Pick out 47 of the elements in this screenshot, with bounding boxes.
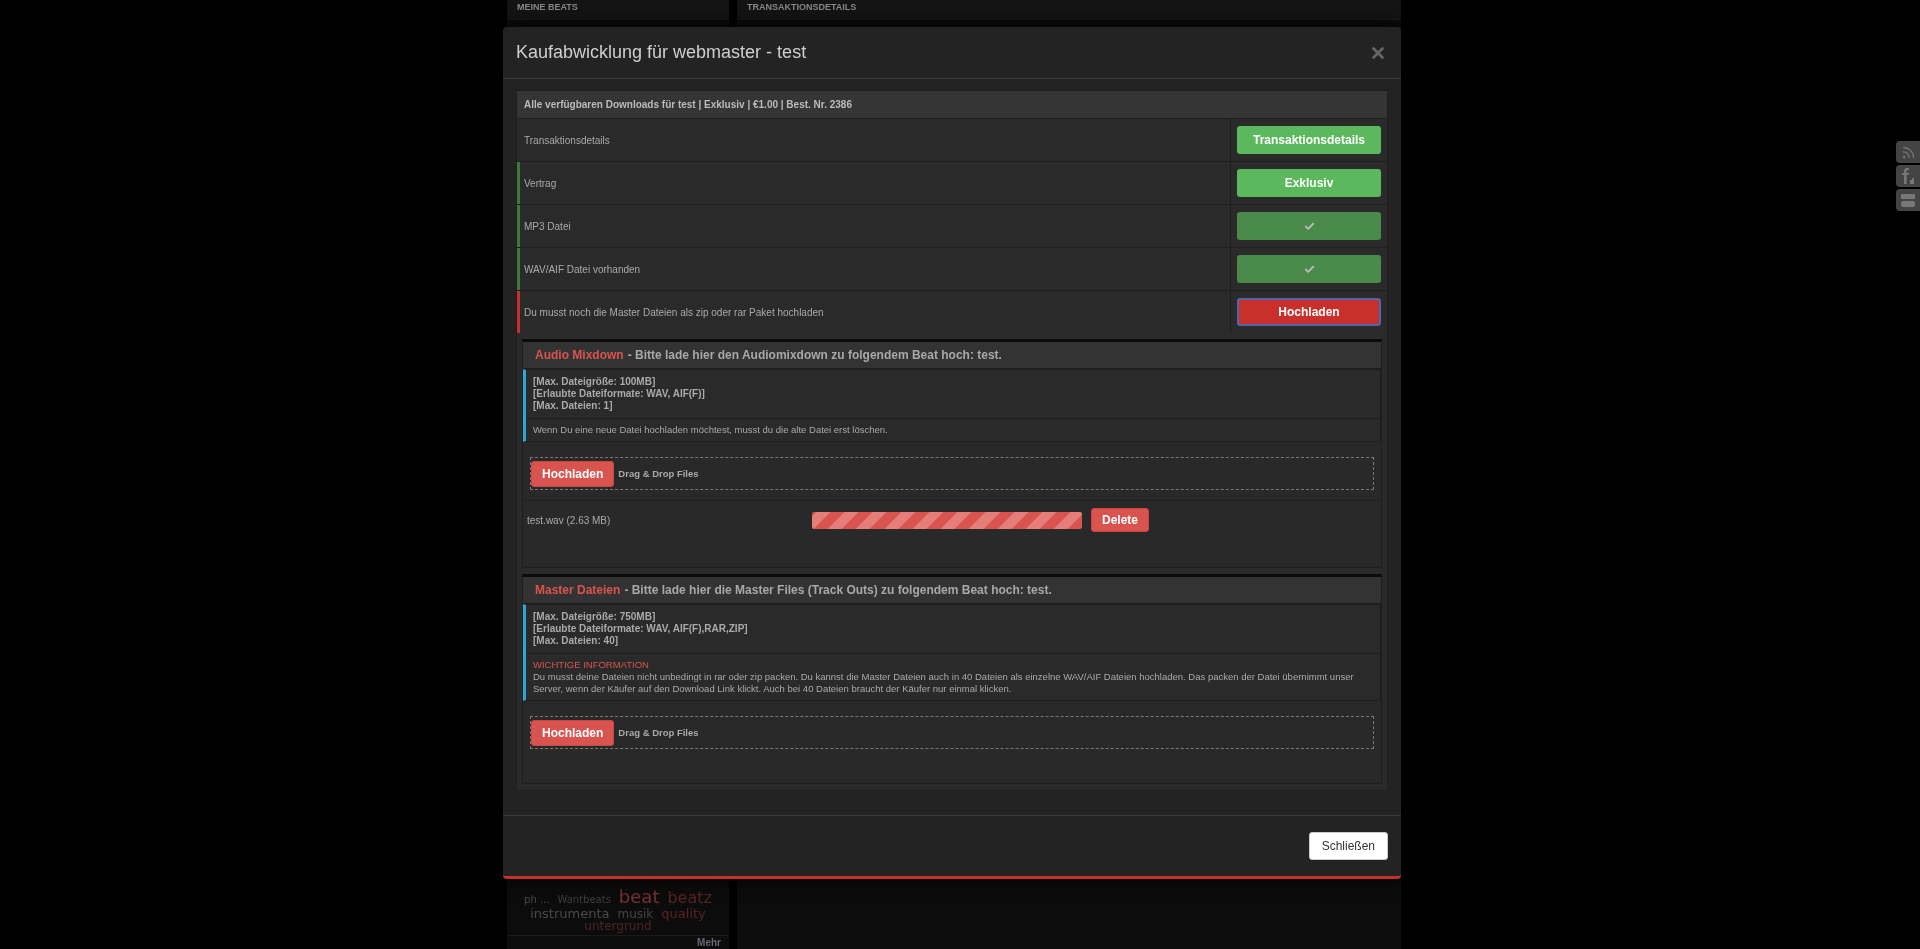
video-icon[interactable]: [1896, 189, 1920, 211]
tag-link[interactable]: ph ...: [524, 894, 550, 906]
limit-text: [Max. Dateigröße: 100MB]: [533, 376, 657, 388]
tag-link[interactable]: musik: [617, 907, 654, 921]
tag-link[interactable]: beat: [618, 887, 660, 907]
panel-heading: Alle verfügbaren Downloads für test | Exklusiv | €1.00 | Best. Nr. 2386: [517, 91, 1387, 118]
social-icon[interactable]: [1896, 165, 1920, 187]
limit-text: [Erlaubte Dateiformate: WAV, AIF(F),RAR,ZIP]: [533, 623, 749, 635]
drop-zone[interactable]: Hochladen Drag & Drop Files: [530, 716, 1374, 749]
drop-hint: Drag & Drop Files: [618, 468, 699, 479]
section-subtitle: - Bitte lade hier die Master Files (Track Outs) zu folgendem Beat hoch: test.: [624, 583, 1052, 597]
tag-link[interactable]: quality: [661, 906, 706, 921]
action-button[interactable]: Exklusiv: [1237, 169, 1381, 197]
row-label: Transaktionsdetails: [523, 133, 611, 148]
row-label: WAV/AIF Datei vorhanden: [523, 262, 642, 277]
close-button[interactable]: Schließen: [1308, 832, 1388, 860]
row-label: Du musst noch die Master Dateien als zip oder rar Paket hochladen: [523, 305, 825, 320]
limit-text: [Erlaubte Dateiformate: WAV, AIF(F)]: [533, 388, 706, 400]
notice-heading: WICHTIGE INFORMATION: [533, 659, 650, 671]
check-icon: [1303, 263, 1315, 275]
notice-text: Wenn Du eine neue Datei hochladen möchtest, musst du die alte Datei erst löschen.: [533, 424, 889, 436]
action-button[interactable]: Hochladen: [1237, 298, 1381, 326]
drop-hint: Drag & Drop Files: [618, 727, 699, 738]
row-label: MP3 Datei: [523, 219, 572, 234]
notice-text: Du musst deine Dateien nicht unbedingt in rar oder zip packen. Du kannst die Master Dateien auch in 40 Dateien als einzelne WAV/AIF Dateien hochladen. Das packen der Datei übernimmt unser Server, wenn der Käufer auf den Download Link klickt. Auch bei 40 Dateien braucht der Käufer nur einmal klicken.: [533, 671, 1355, 695]
tag-link[interactable]: untergrund: [584, 920, 652, 933]
tag-link[interactable]: instrumenta: [530, 906, 610, 921]
rss-icon[interactable]: [1896, 141, 1920, 163]
section-title: Master Dateien: [535, 583, 621, 597]
limit-text: [Max. Dateien: 40]: [533, 635, 620, 647]
row-label: Vertrag: [523, 176, 558, 191]
limit-text: [Max. Dateigröße: 750MB]: [533, 611, 657, 623]
tag-link[interactable]: beatz: [667, 889, 712, 907]
upload-button[interactable]: Hochladen: [531, 460, 615, 487]
action-button[interactable]: Transaktionsdetails: [1237, 126, 1381, 154]
limit-text: [Max. Dateien: 1]: [533, 400, 614, 412]
column-heading: TRANSAKTIONSDETAILS: [747, 2, 857, 12]
section-title: Audio Mixdown: [535, 348, 624, 362]
section-subtitle: - Bitte lade hier den Audiomixdown zu folgendem Beat hoch: test.: [627, 348, 1002, 362]
upload-button[interactable]: Hochladen: [531, 719, 615, 746]
more-link[interactable]: Mehr: [697, 937, 721, 948]
column-heading: MEINE BEATS: [517, 2, 578, 12]
drop-zone[interactable]: Hochladen Drag & Drop Files: [530, 457, 1374, 490]
check-icon: [1303, 220, 1315, 232]
modal-title: Kaufabwicklung für webmaster - test: [516, 42, 807, 63]
file-name: test.wav (2.63 MB): [527, 514, 612, 526]
delete-button[interactable]: Delete: [1091, 508, 1150, 532]
